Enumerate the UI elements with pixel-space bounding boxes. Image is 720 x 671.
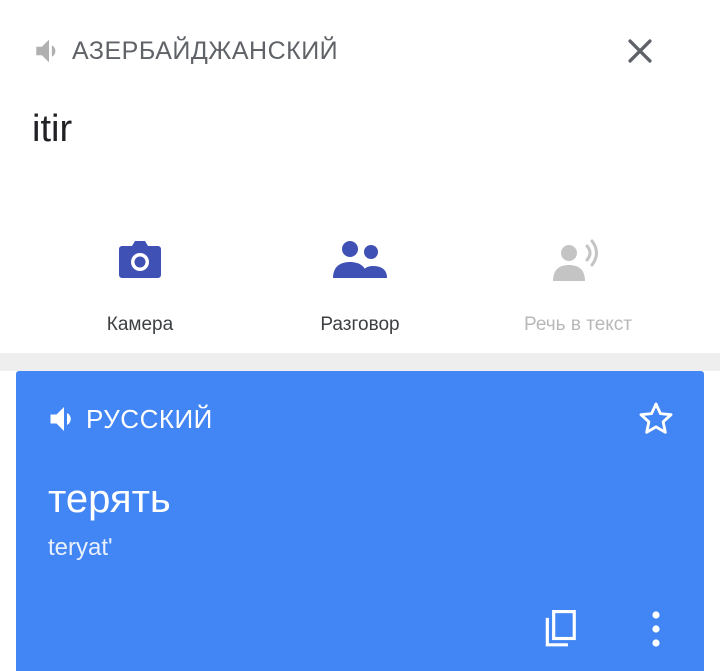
conversation-label: Разговор [320,314,400,335]
camera-icon [119,241,161,278]
source-text[interactable]: itir [32,108,72,151]
source-header: АЗЕРБАЙДЖАНСКИЙ [32,33,338,69]
copy-icon [545,610,576,647]
conversation-button[interactable]: Разговор [260,230,460,340]
more-options-button[interactable] [632,605,680,653]
people-icon [333,241,387,278]
speaker-icon[interactable] [32,34,66,68]
speaker-icon[interactable] [46,401,82,437]
speech-icon [553,239,598,281]
more-vert-icon [652,611,660,647]
close-button[interactable] [620,31,660,71]
close-icon [628,39,652,63]
input-actions: Камера Разговор Речь в текст [0,230,720,340]
translation-card: РУССКИЙ терять teryatʹ [16,371,704,671]
target-language[interactable]: РУССКИЙ [86,404,213,435]
favorite-button[interactable] [636,399,676,439]
target-text[interactable]: терять [48,477,171,522]
camera-button[interactable]: Камера [40,230,240,340]
camera-label: Камера [106,314,174,335]
source-panel: АЗЕРБАЙДЖАНСКИЙ itir Камера Разговор Реч… [0,0,720,353]
speech-to-text-button[interactable]: Речь в текст [478,230,678,340]
star-outline-icon [639,402,673,434]
transliteration: teryatʹ [48,534,113,561]
copy-button[interactable] [536,605,584,653]
divider [0,353,720,371]
speech-to-text-label: Речь в текст [523,314,632,335]
target-header: РУССКИЙ [46,399,213,439]
source-language[interactable]: АЗЕРБАЙДЖАНСКИЙ [72,37,338,66]
